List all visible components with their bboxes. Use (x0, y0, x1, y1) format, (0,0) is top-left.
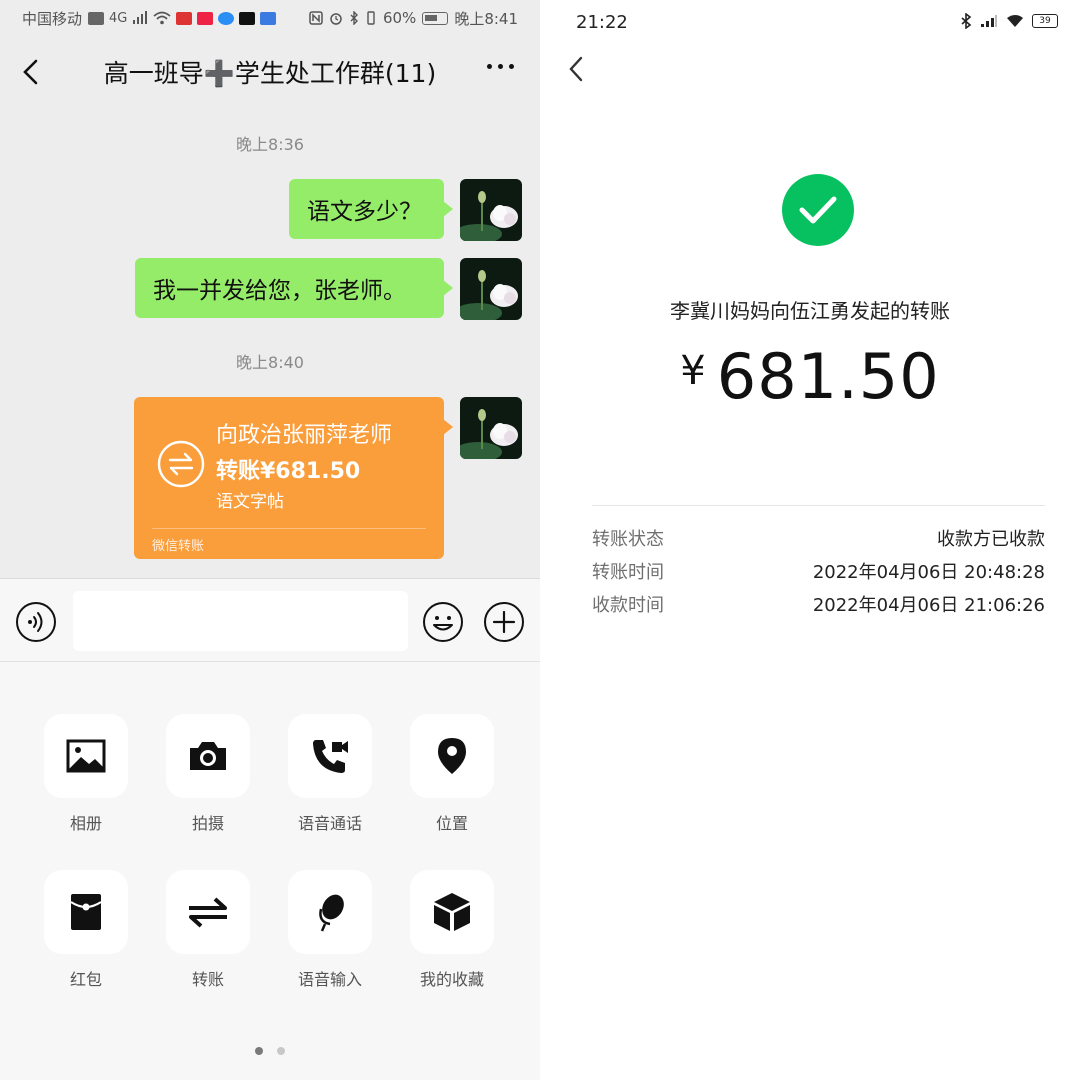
tool-label: 位置 (435, 814, 468, 833)
vibrate-icon (367, 11, 375, 25)
tool-label: 拍摄 (191, 814, 224, 833)
detail-key: 转账状态 (592, 529, 664, 550)
battery-percent: 60% (382, 9, 417, 27)
tool-label: 语音通话 (297, 814, 362, 833)
tool-red-packet[interactable]: 红包 (44, 870, 128, 990)
tool-label: 转账 (191, 970, 224, 989)
status-icons: 4G (88, 10, 277, 26)
back-icon[interactable] (568, 56, 584, 82)
divider (592, 505, 1045, 506)
carrier-name: 中国移动 (22, 9, 83, 28)
avatar[interactable] (460, 258, 522, 320)
tool-voice-call[interactable]: 语音通话 (288, 714, 372, 834)
avatar[interactable] (460, 179, 522, 241)
page-dot[interactable] (277, 1047, 285, 1055)
detail-value: 2022年04月06日 20:48:28 (812, 562, 1045, 583)
status-bar: 中国移动 4G 60% 晚上8:41 (0, 0, 540, 36)
status-icons: 39 (960, 13, 1058, 29)
browser-icon (218, 11, 235, 25)
amount-value: 681.50 (716, 340, 940, 413)
message-timestamp: 晚上8:40 (236, 353, 304, 372)
detail-value: 2022年04月06日 21:06:26 (812, 595, 1045, 616)
tool-album[interactable]: 相册 (44, 714, 128, 834)
transfer-icon (157, 440, 205, 488)
nfc-icon (309, 11, 323, 25)
camera-icon (190, 742, 226, 770)
signal-icon (981, 15, 997, 27)
tool-camera[interactable]: 拍摄 (166, 714, 250, 834)
more-icon[interactable] (487, 64, 514, 69)
detail-row-status: 转账状态 收款方已收款 (592, 525, 1045, 551)
tool-label: 红包 (69, 970, 102, 989)
transfer-card[interactable]: 向政治张丽萍老师 转账¥681.50 语文字帖 微信转账 (134, 397, 453, 559)
chat-header: 高一班导➕学生处工作群(11) (0, 36, 540, 108)
tool-label: 相册 (69, 814, 102, 833)
detail-row-receive-time: 收款时间 2022年04月06日 21:06:26 (592, 591, 1045, 617)
input-bar (0, 578, 540, 662)
microphone-icon (319, 894, 344, 932)
bluetooth-icon (961, 13, 972, 29)
avatar[interactable] (460, 397, 522, 459)
app-icon (260, 11, 277, 25)
detail-row-transfer-time: 转账时间 2022年04月06日 20:48:28 (592, 558, 1045, 584)
battery-icon: 39 (1032, 14, 1058, 28)
album-icon (66, 739, 106, 773)
battery-icon (422, 11, 449, 25)
tiktok-icon (239, 11, 256, 25)
toutiao-icon (176, 11, 193, 25)
detail-key: 转账时间 (592, 562, 664, 583)
tool-label: 语音输入 (297, 970, 362, 989)
tool-location[interactable]: 位置 (410, 714, 494, 834)
tool-label: 我的收藏 (419, 970, 484, 989)
network-type: 4G (109, 10, 128, 26)
detail-key: 收款时间 (592, 595, 664, 616)
emoji-icon[interactable] (422, 601, 464, 643)
detail-value: 收款方已收款 (937, 529, 1045, 550)
transfer-description: 李冀川妈妈向伍江勇发起的转账 (670, 299, 950, 323)
currency-symbol: ¥ (680, 348, 707, 394)
plus-icon[interactable] (483, 601, 525, 643)
hd-icon (88, 11, 105, 25)
back-icon[interactable] (20, 58, 42, 86)
transfer-icon (189, 897, 227, 928)
message-timestamp: 晚上8:36 (236, 135, 304, 154)
message-bubble[interactable]: 我一并发给您，张老师。 (135, 258, 453, 318)
favorites-icon (434, 893, 470, 931)
transfer-divider (152, 528, 426, 529)
message-bubble[interactable]: 语文多少？ (289, 179, 453, 239)
transfer-recipient: 向政治张丽萍老师 (216, 423, 393, 448)
alarm-icon (330, 13, 342, 25)
chat-screen: 中国移动 4G 60% 晚上8:41 高一班导➕学生处工作群(11) 晚上8:3… (0, 0, 540, 1080)
chat-title: 高一班导➕学生处工作群(11) (103, 59, 437, 88)
lotus-avatar-image (460, 258, 522, 320)
status-time: 21:22 (576, 12, 628, 33)
page-dot[interactable] (255, 1047, 263, 1055)
transfer-amount: ¥681.50 (540, 340, 1080, 413)
red-packet-icon (70, 894, 102, 930)
page-indicator[interactable] (0, 1047, 540, 1055)
wifi-icon (1007, 15, 1023, 27)
signal-icon (133, 11, 148, 24)
tool-favorites[interactable]: 我的收藏 (410, 870, 494, 990)
wifi-icon (153, 11, 171, 25)
bluetooth-icon (350, 11, 358, 25)
message-input[interactable] (73, 591, 408, 651)
location-icon (438, 738, 466, 774)
app-notification-icon (197, 11, 214, 25)
status-time: 晚上8:41 (454, 9, 518, 28)
voice-call-icon (313, 740, 348, 773)
transfer-amount: 转账¥681.50 (216, 459, 361, 484)
status-right: 60% 晚上8:41 (309, 8, 518, 29)
success-check-icon (782, 174, 854, 246)
transfer-footer: 微信转账 (152, 539, 205, 554)
voice-message-icon[interactable] (15, 601, 57, 643)
tool-transfer[interactable]: 转账 (166, 870, 250, 990)
lotus-avatar-image (460, 397, 522, 459)
lotus-avatar-image (460, 179, 522, 241)
tool-voice-input[interactable]: 语音输入 (288, 870, 372, 990)
transfer-detail-screen: 21:22 39 李冀川妈妈向伍江勇发起的转账 ¥681.50 转账状态 收款方… (540, 0, 1080, 1080)
transfer-note: 语文字帖 (216, 492, 284, 512)
